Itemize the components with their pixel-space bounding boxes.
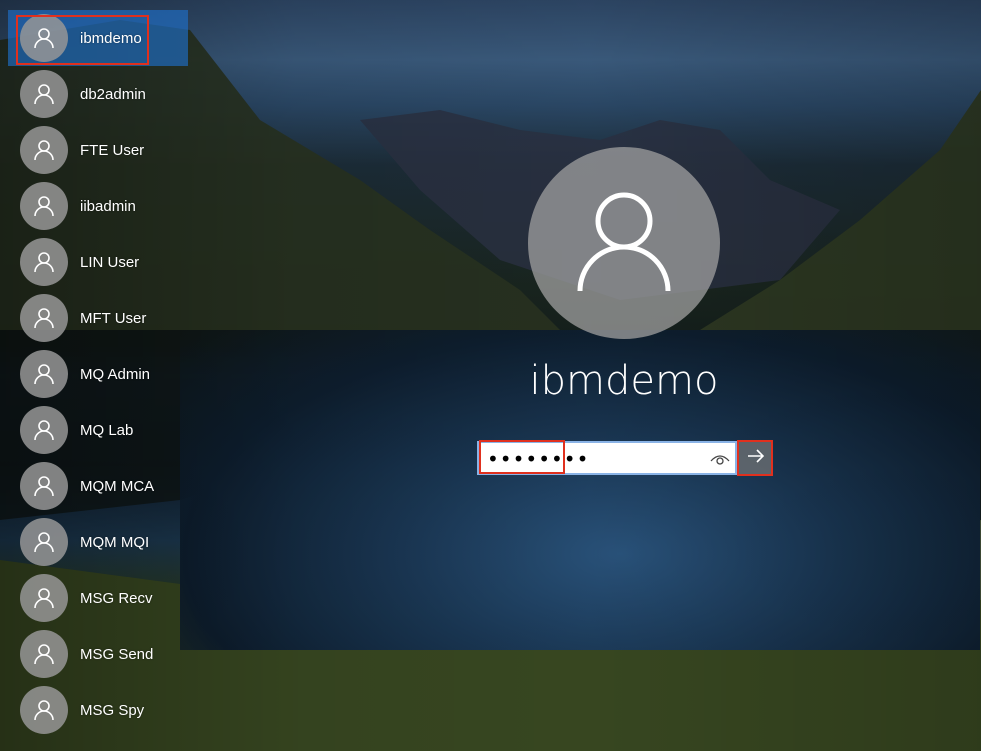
user-name: db2admin [80,85,146,103]
eye-icon[interactable] [709,449,731,469]
user-name: MQM MQI [80,533,150,551]
user-item-mft-user[interactable]: MFT User [8,290,188,346]
user-name: MSG Spy [80,701,145,719]
user-avatar-icon [20,406,68,454]
user-name: FTE User [80,141,145,159]
user-name: MQ Lab [80,421,134,439]
user-item-iibadmin[interactable]: iibadmin [8,178,188,234]
user-item-msg-spy[interactable]: MSG Spy [8,682,188,738]
user-name: MQ Admin [80,365,151,383]
arrow-right-icon [747,448,765,468]
user-avatar-icon [20,238,68,286]
user-avatar-icon [20,630,68,678]
user-item-mq-admin[interactable]: MQ Admin [8,346,188,402]
user-avatar-icon [20,350,68,398]
user-avatar-icon [20,182,68,230]
password-value: •••••••• [487,447,590,471]
user-name: MSG Recv [80,589,153,607]
login-username: ibmdemo [529,358,719,404]
user-item-msg-send[interactable]: MSG Send [8,626,188,682]
user-name: MSG Send [80,645,154,663]
user-item-lin-user[interactable]: LIN User [8,234,188,290]
submit-button[interactable] [739,441,772,475]
user-item-msg-recv[interactable]: MSG Recv [8,570,188,626]
user-avatar-icon [20,294,68,342]
user-avatar-icon [20,462,68,510]
user-item-mqm-mqi[interactable]: MQM MQI [8,514,188,570]
user-avatar-icon [20,14,68,62]
user-avatar-icon [20,518,68,566]
user-item-mqm-mca[interactable]: MQM MCA [8,458,188,514]
user-item-fte-user[interactable]: FTE User [8,122,188,178]
user-name: ibmdemo [80,29,142,47]
user-avatar-icon [20,70,68,118]
user-avatar-icon [20,126,68,174]
password-field[interactable]: •••••••• [477,441,737,475]
user-name: LIN User [80,253,140,271]
user-avatar-icon [20,574,68,622]
user-name: iibadmin [80,197,136,215]
user-name: MFT User [80,309,147,327]
user-avatar-icon [20,686,68,734]
user-item-mq-lab[interactable]: MQ Lab [8,402,188,458]
user-item-db2admin[interactable]: db2admin [8,66,188,122]
user-name: MQM MCA [80,477,155,495]
account-picture-icon [528,147,720,339]
user-item-ibmdemo[interactable]: ibmdemo [8,10,188,66]
